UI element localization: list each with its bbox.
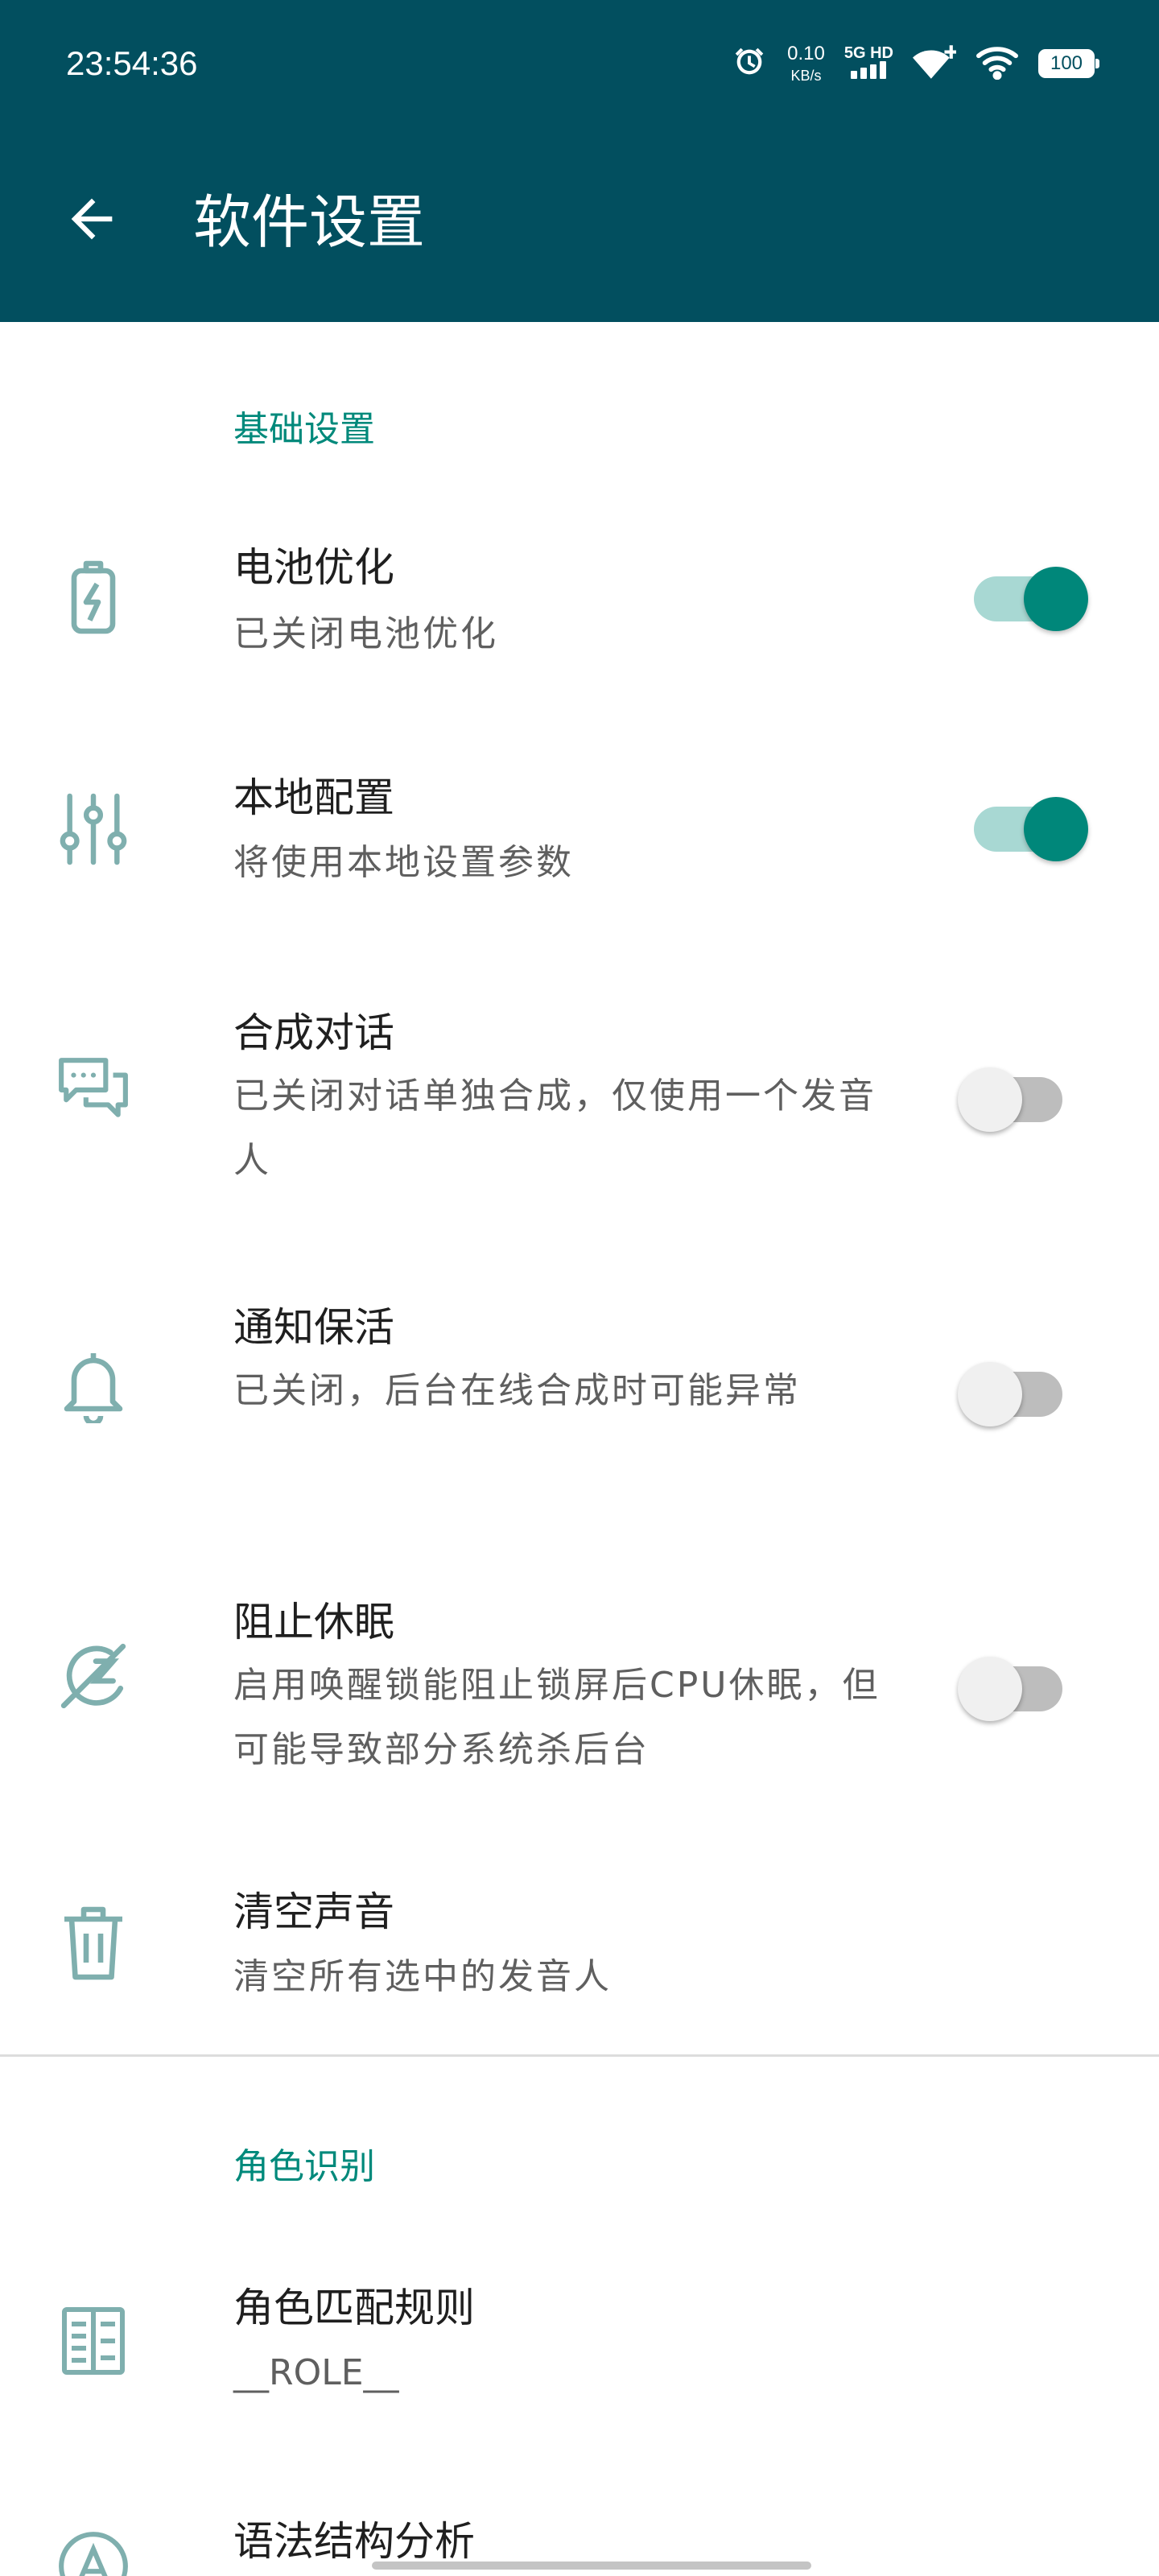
prevent-sleep-switch[interactable]	[958, 1645, 1070, 1721]
setting-summary: 已关闭电池优化	[233, 613, 498, 654]
network-type-label: 5G HD	[843, 44, 893, 62]
gesture-nav-handle[interactable]	[372, 2562, 811, 2570]
setting-title: 通知保活	[233, 1304, 394, 1351]
dialogue-synthesis-switch[interactable]	[958, 1056, 1070, 1132]
chat-bubbles-icon	[55, 1051, 132, 1129]
sleep-off-icon	[55, 1637, 132, 1715]
setting-summary: 已关闭对话单独合成，仅使用一个发音人	[233, 1075, 876, 1181]
notification-keepalive-switch[interactable]	[958, 1351, 1070, 1426]
setting-summary: 清空所有选中的发音人	[233, 1956, 612, 1997]
setting-summary: __ROLE__	[233, 2352, 399, 2393]
text-analysis-icon	[55, 2528, 132, 2576]
status-icons: 0.10 KB/s 5G HD 100	[731, 37, 1099, 90]
net-speed-unit: KB/s	[790, 68, 822, 84]
setting-dialogue-synthesis[interactable]: 合成对话 已关闭对话单独合成，仅使用一个发音人	[0, 984, 1159, 1225]
setting-title: 合成对话	[233, 1009, 394, 1056]
network-type: 5G HD	[844, 45, 893, 82]
setting-title: 角色匹配规则	[233, 2285, 475, 2331]
setting-title: 电池优化	[233, 544, 394, 591]
alarm-icon	[731, 43, 768, 84]
arrow-left-icon	[61, 188, 122, 253]
wifi-icon	[975, 44, 1019, 83]
setting-title: 清空声音	[233, 1889, 394, 1935]
setting-notification-keepalive[interactable]: 通知保活 已关闭，后台在线合成时可能异常	[0, 1278, 1159, 1520]
battery-charging-icon	[55, 559, 132, 636]
switch-thumb	[958, 1657, 1022, 1721]
setting-battery-optimization[interactable]: 电池优化 已关闭电池优化	[0, 515, 1159, 692]
battery-level: 100	[1050, 52, 1083, 74]
setting-summary: 启用唤醒锁能阻止锁屏后CPU休眠，但可能导致部分系统杀后台	[233, 1665, 881, 1770]
setting-title: 阻止休眠	[233, 1599, 394, 1645]
setting-clear-voices[interactable]: 清空声音 清空所有选中的发音人	[0, 1868, 1159, 2045]
switch-thumb	[958, 1362, 1022, 1426]
local-config-switch[interactable]	[958, 786, 1088, 861]
signal-icon	[849, 61, 888, 82]
status-time: 23:54:36	[66, 44, 198, 82]
battery-optimization-switch[interactable]	[958, 555, 1088, 631]
page-title: 软件设置	[193, 188, 426, 256]
setting-prevent-sleep[interactable]: 阻止休眠 启用唤醒锁能阻止锁屏后CPU休眠，但可能导致部分系统杀后台	[0, 1573, 1159, 1814]
setting-summary: 将使用本地设置参数	[233, 842, 574, 883]
setting-local-config[interactable]: 本地配置 将使用本地设置参数	[0, 744, 1159, 921]
bell-icon	[55, 1346, 132, 1423]
wifi-calling-icon	[913, 43, 959, 84]
switch-thumb	[1024, 567, 1088, 631]
setting-summary: 已关闭，后台在线合成时可能异常	[233, 1370, 801, 1411]
rules-book-icon	[55, 2302, 132, 2380]
section-divider	[0, 2054, 1159, 2057]
switch-thumb	[958, 1067, 1022, 1132]
back-button[interactable]	[50, 179, 134, 262]
section-header-role: 角色识别	[233, 2146, 375, 2187]
tune-sliders-icon	[55, 791, 132, 868]
setting-title: 本地配置	[233, 774, 394, 821]
net-speed-value: 0.10	[787, 43, 825, 64]
section-header-basic: 基础设置	[233, 409, 375, 450]
switch-thumb	[1024, 797, 1088, 861]
app-bar: 23:54:36 0.10 KB/s 5G HD 100 软件设置	[0, 0, 1159, 322]
trash-icon	[55, 1905, 132, 1982]
setting-role-match-rules[interactable]: 角色匹配规则 __ROLE__	[0, 2254, 1159, 2431]
net-speed: 0.10 KB/s	[787, 43, 825, 84]
battery-icon: 100	[1038, 49, 1099, 78]
